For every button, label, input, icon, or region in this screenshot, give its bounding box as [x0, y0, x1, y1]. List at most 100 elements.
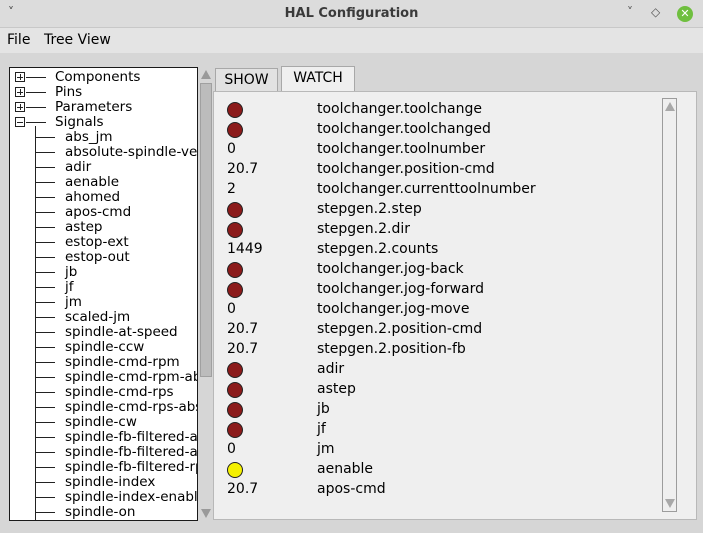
tree-connector: [35, 422, 55, 423]
tree-signal-item[interactable]: jf: [10, 280, 197, 295]
tree-signal-item[interactable]: spindle-cmd-rps-abs: [10, 400, 197, 415]
tree-signal-item[interactable]: astep: [10, 220, 197, 235]
watch-row[interactable]: toolchanger.jog-forward: [218, 279, 661, 299]
tree-connector: [35, 272, 55, 273]
watch-value: 0: [227, 141, 236, 157]
tree-signal-label: abs_jm: [65, 129, 113, 145]
tree-signal-item[interactable]: spindle-cw: [10, 414, 197, 430]
tree-connector: [35, 287, 55, 288]
tree-connector: [35, 407, 55, 408]
watch-row[interactable]: 20.7 apos-cmd: [218, 479, 661, 499]
tree-signal-item[interactable]: absolute-spindle-vel: [10, 145, 197, 160]
watch-row[interactable]: toolchanger.toolchange: [218, 99, 661, 119]
tree-signal-item[interactable]: estop-ext: [10, 235, 197, 250]
tree-signal-item[interactable]: spindle-at-speed: [10, 325, 197, 340]
tree-connector: [35, 167, 55, 168]
watch-scrollbar[interactable]: [662, 98, 677, 512]
tree-signal-label: jm: [65, 294, 82, 310]
tree-node[interactable]: Parameters: [10, 100, 197, 115]
minimize-icon[interactable]: ˅: [627, 5, 633, 19]
tree-signal-item[interactable]: spindle-cmd-rpm: [10, 354, 197, 370]
tree-connector: [26, 122, 46, 123]
watch-row[interactable]: jf: [218, 419, 661, 439]
watch-row[interactable]: stepgen.2.step: [218, 199, 661, 219]
watch-row[interactable]: 2 toolchanger.currenttoolnumber: [218, 179, 661, 199]
tree-signal-item[interactable]: abs_jm: [10, 129, 197, 145]
collapse-icon[interactable]: [15, 117, 25, 127]
tree-connector: [35, 302, 55, 303]
watch-list[interactable]: toolchanger.toolchange toolchanger.toolch…: [218, 98, 661, 512]
tree-signal-label: spindle-ccw: [65, 339, 145, 355]
tree-connector: [35, 242, 55, 243]
tree-signal-label: spindle-fb-filtered-a: [65, 444, 198, 460]
watch-row[interactable]: 20.7 toolchanger.position-cmd: [218, 159, 661, 179]
tree-signal-item[interactable]: spindle-ccw: [10, 339, 197, 355]
tree-signal-item[interactable]: estop-out: [10, 250, 197, 265]
watch-row[interactable]: 20.7 stepgen.2.position-fb: [218, 339, 661, 359]
tree-connector: [35, 197, 55, 198]
tree-signal-item[interactable]: spindle-cmd-rps: [10, 385, 197, 400]
tree-scroll-thumb[interactable]: [200, 83, 212, 377]
tree-signal-item[interactable]: adir: [10, 160, 197, 175]
watch-row[interactable]: 0 jm: [218, 439, 661, 459]
watch-row[interactable]: toolchanger.jog-back: [218, 259, 661, 279]
tree-signal-label: ahomed: [65, 189, 121, 205]
led-on-icon: [227, 462, 243, 478]
watch-row[interactable]: astep: [218, 379, 661, 399]
tree-signal-label: spindle-cw: [65, 414, 137, 430]
tree-signal-item[interactable]: jm: [10, 294, 197, 310]
tab-watch[interactable]: WATCH: [281, 66, 355, 91]
watch-row[interactable]: 20.7 stepgen.2.position-cmd: [218, 319, 661, 339]
menu-file[interactable]: File: [7, 32, 30, 48]
tab-show[interactable]: SHOW: [215, 68, 278, 91]
tree-signal-label: spindle-fb-filtered-abs: [65, 429, 198, 445]
scroll-down-icon[interactable]: [201, 509, 211, 518]
tree-signal-item[interactable]: aenable: [10, 175, 197, 190]
tree-signal-item[interactable]: ahomed: [10, 189, 197, 205]
hal-tree[interactable]: Components Pins Parameters Signals abs_jm abs…: [9, 67, 198, 521]
watch-row[interactable]: 1449 stepgen.2.counts: [218, 239, 661, 259]
tree-node[interactable]: Components: [10, 70, 197, 85]
expand-icon[interactable]: [15, 72, 25, 82]
tree-signal-item[interactable]: spindle-fb-filtered-abs: [10, 429, 198, 445]
watch-row[interactable]: aenable: [218, 459, 661, 479]
watch-row[interactable]: 0 toolchanger.jog-move: [218, 299, 661, 319]
watch-row[interactable]: toolchanger.toolchanged: [218, 119, 661, 139]
maximize-icon[interactable]: ◇: [651, 5, 660, 19]
tree-signal-item[interactable]: scaled-jm: [10, 310, 197, 325]
tree-signal-item[interactable]: apos-cmd: [10, 205, 197, 220]
tree-connector: [35, 497, 55, 498]
expand-icon[interactable]: [15, 102, 25, 112]
watch-row[interactable]: stepgen.2.dir: [218, 219, 661, 239]
tree-connector: [35, 137, 55, 138]
tree-node[interactable]: Signals: [10, 115, 197, 130]
expand-icon[interactable]: [15, 87, 25, 97]
scroll-down-icon[interactable]: [665, 499, 675, 508]
watch-value: 2: [227, 181, 236, 197]
watch-value: 20.7: [227, 481, 259, 497]
watch-signal-name: jb: [317, 401, 330, 417]
led-off-icon: [227, 282, 243, 298]
tree-signal-item[interactable]: spindle-on: [10, 505, 197, 520]
tree-signal-item[interactable]: spindle-fb-filtered-a: [10, 444, 198, 460]
led-off-icon: [227, 262, 243, 278]
watch-row[interactable]: 0 toolchanger.toolnumber: [218, 139, 661, 159]
tree-signal-item[interactable]: jb: [10, 265, 197, 280]
close-icon[interactable]: ✕: [677, 6, 693, 22]
scroll-up-icon[interactable]: [665, 102, 675, 111]
tree-node[interactable]: Pins: [10, 85, 197, 100]
tree-connector: [35, 212, 55, 213]
watch-row[interactable]: jb: [218, 399, 661, 419]
tree-signal-label: spindle-cmd-rpm: [65, 354, 180, 370]
menu-tree-view[interactable]: Tree View: [44, 32, 111, 48]
tree-scrollbar[interactable]: [199, 67, 213, 521]
tree-signal-item[interactable]: spindle-fb-filtered-rps: [10, 460, 197, 475]
watch-signal-name: toolchanger.toolnumber: [317, 141, 486, 157]
scroll-up-icon[interactable]: [201, 70, 211, 79]
led-off-icon: [227, 222, 243, 238]
tree-signal-item[interactable]: spindle-cmd-rpm-abs: [10, 370, 197, 385]
tree-signal-item[interactable]: spindle-index: [10, 475, 197, 490]
watch-signal-name: toolchanger.toolchange: [317, 101, 482, 117]
tree-signal-item[interactable]: spindle-index-enable: [10, 490, 197, 505]
watch-row[interactable]: adir: [218, 359, 661, 379]
